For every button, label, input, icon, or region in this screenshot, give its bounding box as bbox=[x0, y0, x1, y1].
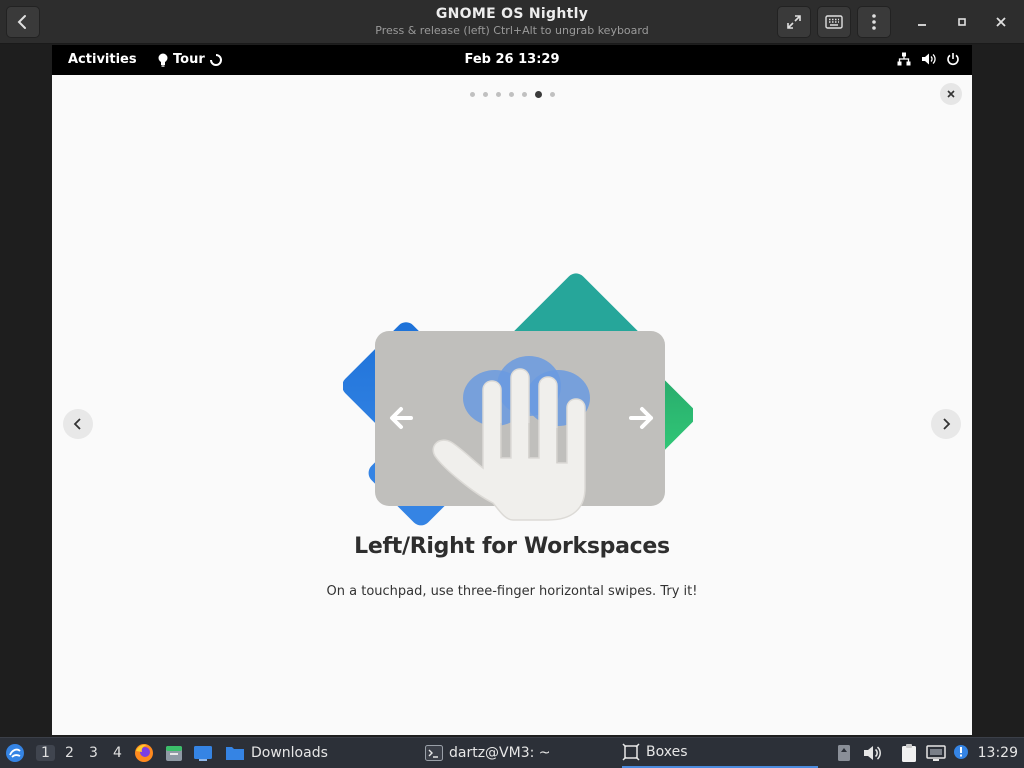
display-icon[interactable] bbox=[926, 743, 946, 763]
chevron-right-icon bbox=[943, 418, 951, 430]
task-label: Downloads bbox=[251, 745, 328, 761]
firefox-icon[interactable] bbox=[134, 743, 154, 763]
chevron-left-icon bbox=[73, 418, 81, 430]
workspace-1[interactable]: 1 bbox=[36, 745, 55, 761]
keyboard-button[interactable] bbox=[817, 6, 851, 38]
kebab-menu-icon bbox=[872, 14, 876, 30]
notification-icon[interactable] bbox=[953, 743, 973, 763]
task-label: Boxes bbox=[646, 744, 688, 760]
back-button[interactable] bbox=[6, 6, 40, 38]
back-arrow-icon bbox=[17, 15, 26, 29]
volume-icon[interactable] bbox=[862, 743, 882, 763]
tour-page: Left/Right for Workspaces On a touchpad,… bbox=[52, 75, 972, 735]
window-title: GNOME OS Nightly bbox=[435, 6, 589, 22]
tour-page-description: On a touchpad, use three-finger horizont… bbox=[326, 584, 698, 599]
task-downloads[interactable]: Downloads bbox=[225, 738, 345, 768]
keyboard-icon bbox=[825, 15, 843, 29]
tour-page-title: Left/Right for Workspaces bbox=[354, 534, 670, 559]
close-window-button[interactable] bbox=[991, 12, 1011, 32]
window-subtitle: Press & release (left) Ctrl+Alt to ungra… bbox=[375, 24, 649, 37]
menu-button[interactable] bbox=[857, 6, 891, 38]
date-time-clock[interactable]: Feb 26 13:29 bbox=[52, 52, 972, 67]
maximize-button[interactable] bbox=[952, 12, 972, 32]
workspace-2[interactable]: 2 bbox=[65, 745, 74, 761]
next-page-button[interactable] bbox=[931, 409, 961, 439]
fullscreen-button[interactable] bbox=[777, 6, 811, 38]
page-dot[interactable] bbox=[521, 92, 527, 97]
host-taskbar: 1234 Downloads dartz@VM3: ~ Boxes 13:29 bbox=[0, 737, 1024, 768]
previous-page-button[interactable] bbox=[63, 409, 93, 439]
page-dot[interactable] bbox=[482, 92, 488, 97]
boxes-headerbar: GNOME OS Nightly Press & release (left) … bbox=[0, 0, 1024, 44]
maximize-icon bbox=[958, 18, 966, 26]
task-label: dartz@VM3: ~ bbox=[449, 745, 551, 761]
workspace-4[interactable]: 4 bbox=[113, 745, 122, 761]
files-icon[interactable] bbox=[164, 743, 184, 763]
power-icon bbox=[947, 53, 959, 66]
task-boxes[interactable]: Boxes bbox=[622, 738, 818, 768]
terminal-icon bbox=[425, 745, 443, 761]
page-indicator[interactable] bbox=[52, 91, 972, 98]
close-icon bbox=[996, 17, 1006, 27]
minimize-icon bbox=[918, 24, 926, 26]
distro-menu-icon[interactable] bbox=[5, 743, 25, 763]
page-dot[interactable] bbox=[549, 92, 555, 97]
folder-icon bbox=[225, 744, 245, 762]
vm-display[interactable]: Activities Tour Feb 26 13:29 Left/Right … bbox=[52, 45, 972, 735]
page-dot[interactable] bbox=[534, 91, 542, 98]
workspace-3[interactable]: 3 bbox=[89, 745, 98, 761]
volume-icon bbox=[922, 53, 936, 65]
page-dot[interactable] bbox=[508, 92, 514, 97]
page-dot[interactable] bbox=[469, 92, 475, 97]
clipboard-icon[interactable] bbox=[899, 743, 919, 763]
network-icon bbox=[897, 52, 911, 66]
task-dartz-vm3-[interactable]: dartz@VM3: ~ bbox=[425, 738, 575, 768]
boxes-icon bbox=[622, 743, 640, 761]
gnome-top-bar: Activities Tour Feb 26 13:29 bbox=[52, 45, 972, 75]
page-dot[interactable] bbox=[495, 92, 501, 97]
taskbar-clock[interactable]: 13:29 bbox=[978, 745, 1018, 761]
fullscreen-icon bbox=[787, 15, 801, 29]
minimize-button[interactable] bbox=[912, 12, 932, 32]
workspace-swipe-illustration bbox=[343, 273, 693, 526]
desktop-icon[interactable] bbox=[193, 743, 213, 763]
close-icon bbox=[947, 90, 955, 98]
drive-icon[interactable] bbox=[834, 743, 854, 763]
close-tour-button[interactable] bbox=[940, 83, 962, 105]
system-status-area[interactable] bbox=[897, 52, 960, 66]
